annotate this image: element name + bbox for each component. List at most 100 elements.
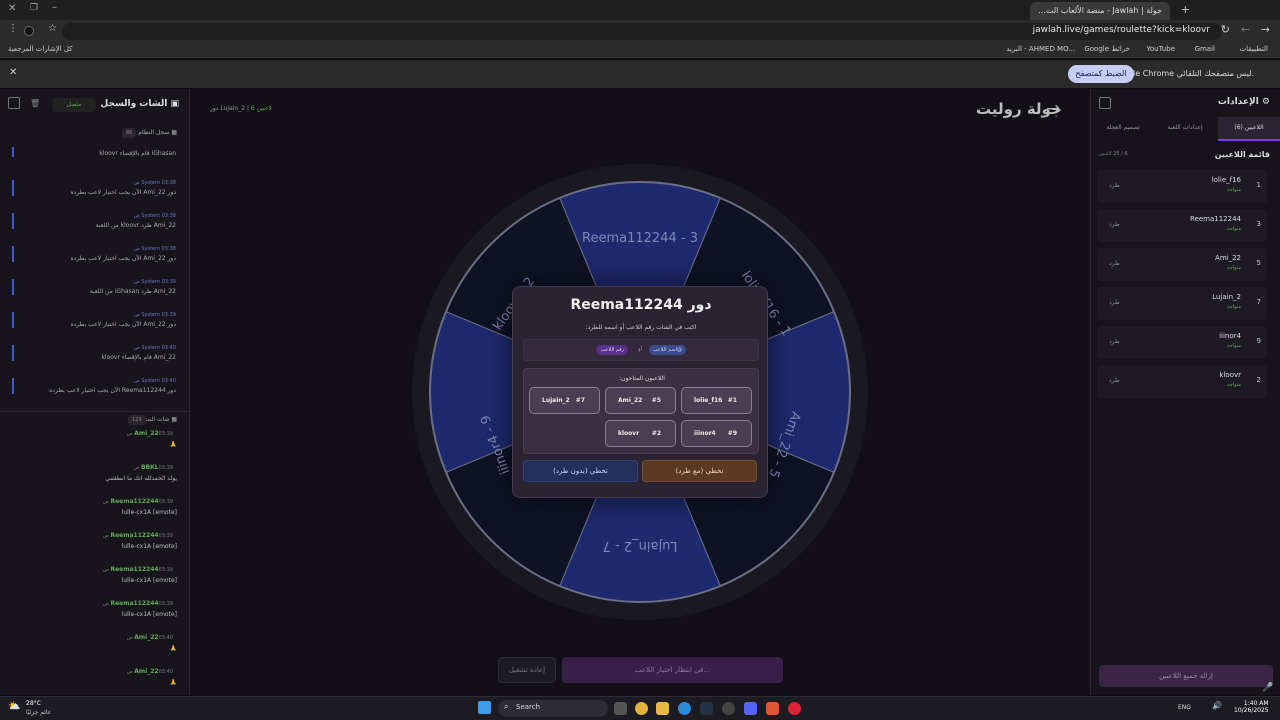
log-entry: System 03:38 ص دور Ami_22 الآن يجب اختيار… — [12, 246, 184, 262]
tab-title: جولة | Jawlah - منصة الألعاب الت... — [1038, 6, 1162, 15]
player-row[interactable]: 7 Lujain_2 متواجد طرد — [1097, 287, 1267, 320]
lang-indicator[interactable]: ENG — [1178, 704, 1191, 711]
chat-message: Reema11224403:39 ص [emote] lulle-cx1A — [5, 600, 177, 618]
restore-window-icon[interactable]: ❐ — [30, 3, 38, 13]
skip-no-kick-button[interactable]: تخطي (بدون طرد) — [523, 460, 638, 482]
bookmark-youtube[interactable]: YouTube — [1147, 45, 1175, 53]
chat-username[interactable]: BBKL — [141, 464, 159, 471]
kick-player-button[interactable]: طرد — [1109, 260, 1120, 267]
candidate-button[interactable]: #2 kloovr — [605, 420, 676, 447]
weather-temp[interactable]: 28°C — [26, 700, 41, 707]
edge-icon[interactable] — [678, 702, 691, 715]
chat-meta: Ami_2203:40 ص — [5, 668, 177, 675]
forward-icon[interactable]: ← — [1241, 23, 1250, 36]
chat-message: BBKL03:39 ص يولد الحمدلله انك ما انطقتني — [5, 464, 177, 482]
chat-log-panel: ▣ الشات والسجل متصل 🗑 ▦ سجل النظام 86 iG… — [0, 89, 190, 695]
back-icon[interactable]: → — [1261, 23, 1270, 36]
candidate-button[interactable]: #9 iiinor4 — [681, 420, 752, 447]
search-icon: ⌕ — [504, 702, 509, 711]
candidate-button[interactable]: #1 lolie_f16 — [681, 387, 752, 414]
task-view-icon[interactable] — [614, 702, 627, 715]
profile-avatar[interactable] — [24, 26, 34, 36]
skip-with-kick-button[interactable]: تخطي (مع طرد) — [642, 460, 757, 482]
taskbar: ⛅ 28°C غائم جزئيًا ⌕ Search ENG 🔊 1:40 A… — [0, 696, 1280, 720]
hint-or: أو — [638, 346, 642, 352]
kick-modal: دور Reema112244 اكتب في الشات رقم اللاعب… — [512, 286, 768, 498]
mic-icon[interactable]: 🎤 — [1262, 683, 1273, 693]
default-browser-infobar: Google Chrome ليس متصفحك التلقائي. الضبط… — [0, 60, 1280, 96]
bookmark-all[interactable]: كل الإشارات المرجعية — [8, 45, 73, 53]
restart-button[interactable]: إعادة تشغيل — [498, 657, 556, 683]
app-icon[interactable] — [722, 702, 735, 715]
minimize-window-icon[interactable]: – — [52, 2, 57, 13]
reload-icon[interactable]: ↻ — [1221, 23, 1230, 36]
new-tab-icon[interactable]: + — [1181, 3, 1190, 16]
log-time: System 03:39 ص — [133, 312, 176, 318]
tab-wheel-design[interactable]: تصميم العجلة — [1092, 117, 1154, 141]
chat-username[interactable]: Ami_22 — [134, 430, 158, 437]
remove-all-players-button[interactable]: إزالة جميع اللاعبين — [1099, 665, 1273, 687]
kick-player-button[interactable]: طرد — [1109, 377, 1120, 384]
kick-player-button[interactable]: طرد — [1109, 182, 1120, 189]
player-row[interactable]: 2 kloovr متواجد طرد — [1097, 365, 1267, 398]
clock[interactable]: 1:40 AM 10/26/2025 — [1234, 700, 1269, 714]
bookmark-maps[interactable]: Google خرائط — [1084, 45, 1130, 53]
close-infobar-icon[interactable]: ✕ — [9, 67, 17, 78]
collapse-panel-icon[interactable] — [8, 97, 20, 109]
active-tab[interactable]: جولة | Jawlah - منصة الألعاب الت... — [1030, 2, 1170, 20]
chat-username[interactable]: Reema112244 — [110, 600, 158, 607]
file-explorer-icon[interactable] — [656, 702, 669, 715]
set-default-button[interactable]: الضبط كمتصفح تلقائي — [1068, 65, 1134, 96]
chat-username[interactable]: Reema112244 — [110, 498, 158, 505]
player-status: متواجد — [1227, 382, 1241, 388]
chat-username[interactable]: Reema112244 — [110, 566, 158, 573]
bookmark-apps[interactable]: التطبيقات — [1240, 45, 1268, 53]
taskbar-search[interactable]: ⌕ Search — [498, 700, 608, 717]
player-row[interactable]: 1 lolie_f16 متواجد طرد — [1097, 170, 1267, 203]
hint-box: @اسم اللاعب أو رقم اللاعب — [523, 339, 759, 361]
kick-player-button[interactable]: طرد — [1109, 338, 1120, 345]
steam-icon[interactable] — [700, 702, 713, 715]
close-window-icon[interactable]: ✕ — [8, 3, 16, 14]
chrome-icon[interactable] — [635, 702, 648, 715]
clock-date: 10/26/2025 — [1234, 707, 1269, 714]
log-entry: iGhasan قام بالإقصاء kloovr — [12, 147, 184, 157]
log-entry: System 03:40 ص Ami_22 قام بالإقصاء kloovr — [12, 345, 184, 361]
address-toolbar: → ← ↻ jawlah.live/games/roulette?kick=kl… — [0, 20, 1280, 42]
kick-player-button[interactable]: طرد — [1109, 299, 1120, 306]
collapse-settings-icon[interactable] — [1099, 97, 1111, 109]
brave-icon[interactable] — [766, 702, 779, 715]
player-row[interactable]: 5 Ami_22 متواجد طرد — [1097, 248, 1267, 281]
tab-players[interactable]: اللاعبين (6) — [1218, 117, 1280, 141]
candidate-button[interactable]: #5 Ami_22 — [605, 387, 676, 414]
windows-start-icon[interactable] — [478, 701, 491, 714]
kick-player-button[interactable]: طرد — [1109, 221, 1120, 228]
volume-icon[interactable]: 🔊 — [1212, 701, 1222, 710]
candidate-name: lolie_f16 — [694, 397, 723, 404]
chat-meta: Reema11224403:39 ص — [5, 566, 177, 573]
opera-icon[interactable] — [788, 702, 801, 715]
omnibox[interactable]: jawlah.live/games/roulette?kick=kloovr — [62, 23, 1222, 40]
menu-icon[interactable]: ⋮ — [8, 23, 18, 34]
chat-username[interactable]: Ami_22 — [134, 634, 158, 641]
bookmark-mail[interactable]: البريد - AHMED MO... — [1006, 45, 1075, 53]
candidate-number: #2 — [651, 430, 661, 437]
chat-message: Ami_2203:40 ص 🙏 — [5, 634, 177, 652]
trash-icon[interactable]: 🗑 — [30, 99, 40, 108]
chat-meta: Reema11224403:39 ص — [5, 498, 177, 505]
log-text: iGhasan قام بالإقصاء kloovr — [99, 150, 176, 157]
log-text: دور Reema112244 الآن يجب اختيار لاعب بطر… — [49, 387, 176, 394]
chat-username[interactable]: Reema112244 — [110, 532, 158, 539]
bookmark-gmail[interactable]: Gmail — [1195, 45, 1215, 53]
bookmark-star-icon[interactable]: ☆ — [48, 23, 57, 34]
chat-username[interactable]: Ami_22 — [134, 668, 158, 675]
player-number: 2 — [1256, 376, 1261, 384]
discord-icon[interactable] — [744, 702, 757, 715]
tab-game-settings[interactable]: إعدادات اللعبة — [1154, 117, 1216, 141]
chat-text: 🙏 — [169, 645, 177, 652]
back-arrow-icon[interactable]: → — [1046, 99, 1060, 119]
clock-time: 1:40 AM — [1243, 700, 1269, 707]
player-row[interactable]: 3 Reema112244 متواجد طرد — [1097, 209, 1267, 242]
candidate-button[interactable]: #7 Lujain_2 — [529, 387, 600, 414]
player-row[interactable]: 9 iiinor4 متواجد طرد — [1097, 326, 1267, 359]
